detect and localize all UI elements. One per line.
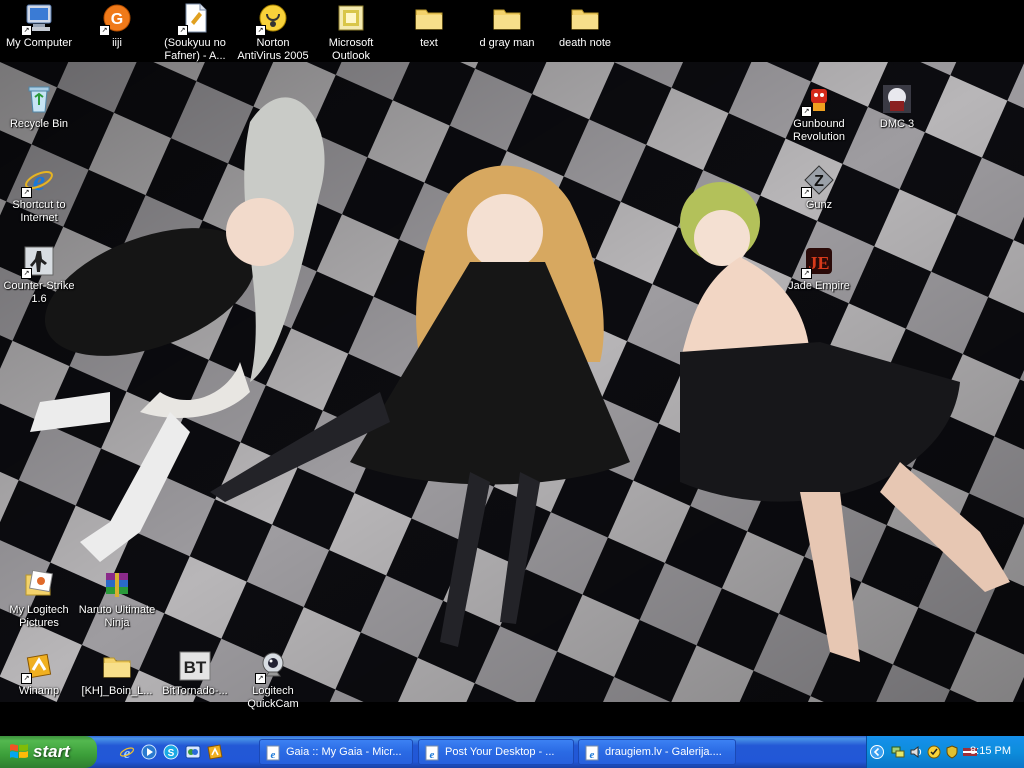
desktop-icon-soukyuu-no-fafner[interactable]: ↗ (Soukyuu no Fafner) - A... [156, 2, 234, 63]
counter-strike-icon: ↗ [21, 245, 55, 279]
clock[interactable]: 8:15 PM [970, 745, 1011, 757]
desktop-icon-naruto-ultimate-ninja[interactable]: Naruto Ultimate Ninja [78, 569, 156, 630]
start-label: start [33, 742, 70, 761]
media-player-icon[interactable] [141, 744, 157, 760]
document-icon: ↗ [177, 2, 211, 36]
my-computer-icon: ↗ [21, 2, 55, 36]
bittornado-icon: BT [179, 650, 211, 682]
svg-text:G: G [111, 11, 123, 28]
desktop[interactable]: ↗ My Computer G ↗ iiji ↗ (Soukyuu no Faf… [0, 0, 1024, 736]
ie-page-icon: e [425, 745, 439, 761]
antivirus-tray-icon[interactable] [945, 745, 959, 759]
desktop-icon-gunz[interactable]: Z ↗ Gunz [780, 164, 858, 212]
svg-text:e: e [33, 166, 45, 196]
desktop-icon-counter-strike[interactable]: ↗ Counter-Strike 1.6 [0, 245, 78, 306]
taskbar-button-gaia[interactable]: e Gaia :: My Gaia - Micr... [259, 739, 413, 765]
ie-page-icon: e [266, 745, 280, 761]
desktop-icon-gunbound-revolution[interactable]: ↗ Gunbound Revolution [780, 83, 858, 144]
desktop-icon-jade-empire[interactable]: JE ↗ Jade Empire [780, 245, 858, 293]
desktop-icon-bittornado[interactable]: BT BitTornado-... [156, 650, 234, 698]
desktop-icon-logitech-quickcam[interactable]: ↗ Logitech QuickCam [234, 650, 312, 711]
system-tray: 8:15 PM [866, 736, 1024, 768]
internet-explorer-icon[interactable]: e [119, 744, 135, 760]
jade-empire-icon: JE ↗ [801, 245, 835, 279]
svg-text:e: e [430, 749, 435, 761]
desktop-icon-my-logitech-pictures[interactable]: My Logitech Pictures [0, 569, 78, 630]
outlook-icon [335, 2, 367, 34]
winrar-icon [101, 569, 133, 601]
desktop-icon-folder-text[interactable]: text [390, 2, 468, 50]
folder-icon [101, 650, 133, 682]
desktop-icon-microsoft-outlook[interactable]: Microsoft Outlook [312, 2, 390, 63]
logitech-pictures-icon [23, 569, 55, 601]
svg-text:Z: Z [814, 173, 824, 190]
desktop-icon-recycle-bin[interactable]: Recycle Bin [0, 83, 78, 131]
chevron-left-icon[interactable] [870, 745, 884, 759]
ie-page-icon: e [585, 745, 599, 761]
desktop-icon-iiji[interactable]: G ↗ iiji [78, 2, 156, 50]
network-icon[interactable] [891, 745, 905, 759]
svg-text:S: S [168, 748, 175, 759]
webcam-icon: ↗ [255, 650, 289, 684]
desktop-icon-dmc3[interactable]: DMC 3 [858, 83, 936, 131]
taskbar-button-draugiem[interactable]: e draugiem.lv - Galerija.... [578, 739, 736, 765]
gunbound-icon: ↗ [801, 83, 835, 117]
desktop-icon-winamp[interactable]: ↗ Winamp [0, 650, 78, 698]
folder-icon [491, 2, 523, 34]
speaker-icon[interactable] [909, 745, 923, 759]
desktop-icon-norton-antivirus[interactable]: ↗ Norton AntiVirus 2005 [234, 2, 312, 63]
recycle-bin-icon [23, 83, 55, 115]
desktop-icon-my-computer[interactable]: ↗ My Computer [0, 2, 78, 50]
skype-icon[interactable]: S [163, 744, 179, 760]
svg-text:BT: BT [184, 658, 207, 677]
svg-text:e: e [590, 749, 595, 761]
taskbar-button-post-your-desktop[interactable]: e Post Your Desktop - ... [418, 739, 574, 765]
winamp-icon: ↗ [21, 650, 55, 684]
desktop-icon-folder-death-note[interactable]: death note [546, 2, 624, 50]
norton-tray-icon[interactable] [927, 745, 941, 759]
start-button[interactable]: start [0, 736, 97, 768]
folder-icon [569, 2, 601, 34]
svg-text:e: e [271, 749, 276, 761]
windows-logo-icon [10, 744, 28, 759]
norton-icon: ↗ [255, 2, 289, 36]
desktop-icon-folder-d-gray-man[interactable]: d gray man [468, 2, 546, 50]
internet-explorer-icon: e ↗ [21, 164, 55, 198]
messenger-icon[interactable] [185, 744, 201, 760]
app-orange-icon: G ↗ [99, 2, 133, 36]
taskbar: start e S e Gaia :: My Gaia - Micr... e … [0, 736, 1024, 768]
desktop-icon-shortcut-to-internet[interactable]: e ↗ Shortcut to Internet [0, 164, 78, 225]
winamp-icon[interactable] [207, 744, 223, 760]
dmc3-icon [881, 83, 913, 115]
folder-icon [413, 2, 445, 34]
desktop-icon-folder-kh-boin[interactable]: [KH]_Boin_L... [78, 650, 156, 698]
gunz-icon: Z ↗ [801, 164, 835, 198]
